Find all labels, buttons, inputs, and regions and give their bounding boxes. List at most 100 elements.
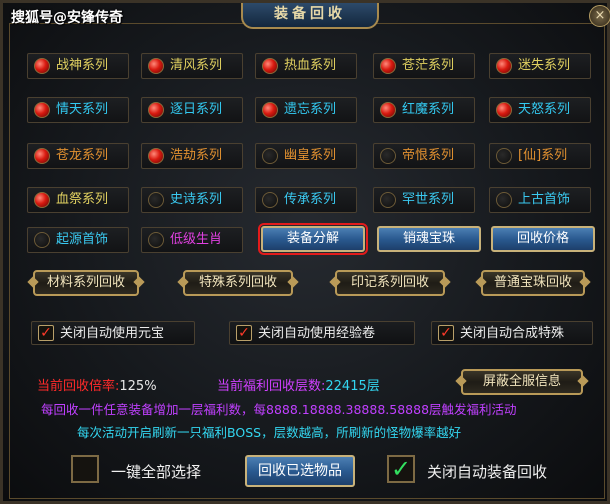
series-label: 传承系列 bbox=[284, 192, 337, 207]
welfare-layers-value: 22415层 bbox=[325, 379, 380, 394]
radio-off-icon[interactable] bbox=[148, 232, 164, 248]
welfare-boss-text: 每次活动开启刷新一只福利BOSS，层数越高，所刷新的怪物爆率越好 bbox=[77, 425, 462, 440]
series-toggle-14[interactable]: [仙]系列 bbox=[489, 143, 591, 169]
series-toggle-21[interactable]: 低级生肖 bbox=[141, 227, 243, 253]
gem-recycle-button[interactable]: 普通宝珠回收 bbox=[481, 270, 585, 296]
radio-on-icon[interactable] bbox=[34, 102, 50, 118]
option-label: 关闭自动使用经验卷 bbox=[258, 326, 376, 341]
series-toggle-18[interactable]: 罕世系列 bbox=[373, 187, 475, 213]
series-label: 战神系列 bbox=[56, 58, 109, 73]
radio-on-icon[interactable] bbox=[148, 58, 164, 74]
radio-on-icon[interactable] bbox=[34, 192, 50, 208]
close-auto-recycle-label: 关闭自动装备回收 bbox=[427, 463, 548, 481]
select-all-checkbox[interactable] bbox=[71, 455, 99, 483]
watermark: 搜狐号@安锋传奇 bbox=[11, 10, 123, 26]
radio-off-icon[interactable] bbox=[262, 192, 278, 208]
recycle-rate-value: 125% bbox=[119, 379, 157, 394]
series-label: [仙]系列 bbox=[518, 148, 568, 163]
radio-off-icon[interactable] bbox=[380, 148, 396, 164]
series-toggle-5[interactable]: 情天系列 bbox=[27, 97, 129, 123]
radio-on-icon[interactable] bbox=[496, 102, 512, 118]
series-toggle-4[interactable]: 迷失系列 bbox=[489, 53, 591, 79]
series-toggle-8[interactable]: 红魔系列 bbox=[373, 97, 475, 123]
radio-on-icon[interactable] bbox=[380, 58, 396, 74]
option-label: 关闭自动合成特殊 bbox=[460, 326, 565, 341]
disassemble-button[interactable]: 装备分解 bbox=[258, 223, 368, 255]
series-label: 逐日系列 bbox=[170, 102, 223, 117]
radio-on-icon[interactable] bbox=[148, 148, 164, 164]
welfare-layers-label: 当前福利回收层数: bbox=[217, 379, 326, 394]
series-toggle-12[interactable]: 幽皇系列 bbox=[255, 143, 357, 169]
seal-recycle-button[interactable]: 印记系列回收 bbox=[335, 270, 445, 296]
series-toggle-16[interactable]: 史诗系列 bbox=[141, 187, 243, 213]
series-toggle-0[interactable]: 战神系列 bbox=[27, 53, 129, 79]
soul-gem-button[interactable]: 销魂宝珠 bbox=[377, 226, 481, 252]
radio-off-icon[interactable] bbox=[34, 232, 50, 248]
series-label: 低级生肖 bbox=[170, 232, 223, 247]
radio-off-icon[interactable] bbox=[496, 148, 512, 164]
series-toggle-10[interactable]: 苍龙系列 bbox=[27, 143, 129, 169]
series-toggle-3[interactable]: 苍茫系列 bbox=[373, 53, 475, 79]
series-label: 浩劫系列 bbox=[170, 148, 223, 163]
welfare-rule-text: 每回收一件任意装备增加一层福利数，每8888.18888.38888.58888… bbox=[41, 402, 517, 417]
recycle-panel: 搜狐号@安锋传奇 装备回收 × 战神系列 清风系列 热血系列 苍茫系列 迷失系列情天系列… bbox=[0, 0, 610, 504]
series-toggle-11[interactable]: 浩劫系列 bbox=[141, 143, 243, 169]
recycle-rate-label: 当前回收倍率: bbox=[37, 379, 120, 394]
series-label: 上古首饰 bbox=[518, 192, 571, 207]
series-label: 帝恨系列 bbox=[402, 148, 455, 163]
close-icon[interactable]: × bbox=[589, 5, 610, 27]
radio-on-icon[interactable] bbox=[34, 148, 50, 164]
welfare-layers: 当前福利回收层数:22415层 bbox=[217, 375, 380, 394]
panel-title: 装备回收 bbox=[241, 3, 379, 29]
select-all-label: 一键全部选择 bbox=[111, 463, 202, 481]
series-label: 血祭系列 bbox=[56, 192, 109, 207]
close-auto-recycle-checkbox[interactable]: ✓ bbox=[387, 455, 415, 483]
series-label: 苍茫系列 bbox=[402, 58, 455, 73]
radio-off-icon[interactable] bbox=[380, 192, 396, 208]
series-label: 情天系列 bbox=[56, 102, 109, 117]
shield-server-info-button[interactable]: 屏蔽全服信息 bbox=[461, 369, 583, 395]
recycle-rate: 当前回收倍率:125% bbox=[37, 375, 157, 394]
series-label: 罕世系列 bbox=[402, 192, 455, 207]
radio-on-icon[interactable] bbox=[262, 58, 278, 74]
checkbox-checked-icon[interactable]: ✓ bbox=[38, 325, 54, 341]
series-label: 热血系列 bbox=[284, 58, 337, 73]
series-toggle-20[interactable]: 起源首饰 bbox=[27, 227, 129, 253]
series-label: 史诗系列 bbox=[170, 192, 223, 207]
auto-compose-option[interactable]: ✓ 关闭自动合成特殊 bbox=[431, 321, 593, 345]
series-label: 迷失系列 bbox=[518, 58, 571, 73]
series-toggle-15[interactable]: 血祭系列 bbox=[27, 187, 129, 213]
recycle-selected-button[interactable]: 回收已选物品 bbox=[245, 455, 355, 487]
radio-on-icon[interactable] bbox=[496, 58, 512, 74]
series-toggle-17[interactable]: 传承系列 bbox=[255, 187, 357, 213]
radio-off-icon[interactable] bbox=[496, 192, 512, 208]
series-label: 清风系列 bbox=[170, 58, 223, 73]
series-label: 苍龙系列 bbox=[56, 148, 109, 163]
series-toggle-9[interactable]: 天怒系列 bbox=[489, 97, 591, 123]
radio-on-icon[interactable] bbox=[148, 102, 164, 118]
radio-off-icon[interactable] bbox=[148, 192, 164, 208]
special-recycle-button[interactable]: 特殊系列回收 bbox=[183, 270, 293, 296]
series-toggle-7[interactable]: 遗忘系列 bbox=[255, 97, 357, 123]
series-label: 天怒系列 bbox=[518, 102, 571, 117]
series-toggle-19[interactable]: 上古首饰 bbox=[489, 187, 591, 213]
recycle-price-button[interactable]: 回收价格 bbox=[491, 226, 595, 252]
series-toggle-1[interactable]: 清风系列 bbox=[141, 53, 243, 79]
radio-on-icon[interactable] bbox=[262, 102, 278, 118]
checkbox-checked-icon[interactable]: ✓ bbox=[438, 325, 454, 341]
radio-off-icon[interactable] bbox=[262, 148, 278, 164]
series-label: 红魔系列 bbox=[402, 102, 455, 117]
radio-on-icon[interactable] bbox=[380, 102, 396, 118]
auto-yuanbao-option[interactable]: ✓ 关闭自动使用元宝 bbox=[31, 321, 195, 345]
series-label: 遗忘系列 bbox=[284, 102, 337, 117]
radio-on-icon[interactable] bbox=[34, 58, 50, 74]
series-toggle-2[interactable]: 热血系列 bbox=[255, 53, 357, 79]
option-label: 关闭自动使用元宝 bbox=[60, 326, 165, 341]
series-toggle-13[interactable]: 帝恨系列 bbox=[373, 143, 475, 169]
auto-exp-option[interactable]: ✓ 关闭自动使用经验卷 bbox=[229, 321, 415, 345]
series-label: 起源首饰 bbox=[56, 232, 109, 247]
series-toggle-6[interactable]: 逐日系列 bbox=[141, 97, 243, 123]
material-recycle-button[interactable]: 材料系列回收 bbox=[33, 270, 139, 296]
checkbox-checked-icon[interactable]: ✓ bbox=[236, 325, 252, 341]
series-label: 幽皇系列 bbox=[284, 148, 337, 163]
